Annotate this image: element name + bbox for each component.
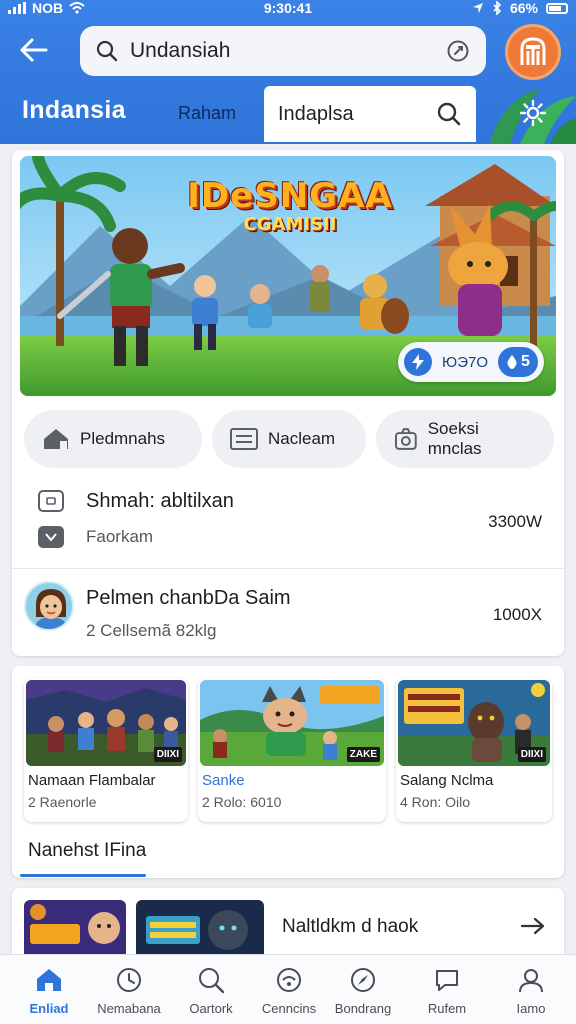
game-tag: ZAKE [346,747,380,762]
row-title: Pelmen chanbDa Saim [86,587,291,609]
hero-subtitle: CGAMISII [243,214,337,235]
nav-item-nemabana[interactable]: Nemabana [88,955,170,1024]
brand-title: Indansia [22,96,126,124]
list-item[interactable]: Pelmen chanbDa Saim 2 Cellsemã 82klg 100… [12,568,564,656]
game-title: Namaan Flambalar [28,772,156,789]
chat-icon [432,965,462,995]
drop-icon [507,355,517,369]
hero-badge-text: ЮЭ7О [442,353,488,371]
camera-icon [394,428,417,450]
nav-item-cenncins[interactable]: Cenncins [248,955,330,1024]
nav-item-oartork[interactable]: Oartork [170,955,252,1024]
row-subtitle: Faorkam [86,527,154,546]
nav-label: Iamo [516,1001,546,1016]
game-subtitle: 2 Rolo: 6010 [202,794,282,810]
search-icon [196,965,226,995]
game-thumbnail: ZAKE [200,680,384,766]
compass-icon [348,965,378,995]
game-title: Sanke [202,772,245,789]
game-tag: DIIXI [153,747,182,762]
list-icon [230,428,258,450]
hero-badge-count-value: 5 [521,353,530,370]
bottom-navigation: Enliad Nemabana Oartork Cenncins Bondran… [0,954,576,1024]
status-bar: NOB 9:30:41 66% [0,0,576,18]
chip-nacleam[interactable]: Nacleam [212,410,366,468]
list-item[interactable]: Shmah: abltilxan Faorkam 3300W [12,480,564,564]
hero-title: IDeSNGAA [187,176,393,216]
game-subtitle: 4 Ron: Oilo [400,794,471,810]
back-button[interactable] [14,30,54,70]
nav-label: Enliad [29,1001,69,1016]
voice-search-icon[interactable] [446,39,470,63]
chip-label: Soeksi mnclas [427,419,482,458]
profile-avatar[interactable] [505,24,561,80]
nav-label: Cenncins [261,1001,317,1016]
clock-icon [114,965,144,995]
chip-pledmnahs[interactable]: Pledmnahs [24,410,202,468]
chip-label: Pledmnahs [80,429,166,448]
battery-label: 66% [509,0,538,16]
secondary-search-input[interactable]: Indaplsa [264,86,476,142]
search-value: Undansiah [130,39,231,62]
secondary-search-value: Indaplsa [278,102,354,125]
game-thumbnail [24,900,126,958]
hero-badge[interactable]: ЮЭ7О 5 [398,342,544,382]
home-icon [44,429,68,449]
game-card[interactable]: DIIXI Namaan Flambalar 2 Raenorle [24,678,188,822]
nav-label: Oartork [189,1001,233,1016]
bolt-icon [404,348,433,376]
hero-badge-count: 5 [498,347,538,377]
nav-item-enliad[interactable]: Enliad [8,955,90,1024]
game-card[interactable]: ZAKE Sanke 2 Rolo: 6010 [198,678,386,822]
arrow-left-icon [20,38,48,62]
tab-raham[interactable]: Raham [178,103,236,124]
nav-label: Bondrang [334,1001,392,1016]
nav-item-iamo[interactable]: Iamo [490,955,572,1024]
game-subtitle: 2 Raenorle [28,794,97,810]
more-games-card[interactable]: Naltldkm d haok [12,888,564,958]
category-chips: Pledmnahs Nacleam Soeksi mnclas [24,410,554,470]
nav-item-rufem[interactable]: Rufem [406,955,488,1024]
row-subtitle: 2 Cellsemã 82klg [86,621,217,640]
row-value: 1000X [492,605,542,624]
home-icon [34,965,64,995]
battery-icon [546,2,568,14]
section-underline [20,874,146,877]
section-title[interactable]: Nanehst IFina [28,840,146,862]
game-thumbnail [136,900,264,958]
search-icon [96,40,118,62]
search-icon [437,102,461,126]
settings-button[interactable] [516,96,550,130]
row-value: 3300W [488,512,542,531]
more-title: Naltldkm d haok [282,916,419,937]
nav-label: Rufem [427,1001,467,1016]
game-title: Salang Nclma [400,772,494,789]
more-arrow-button[interactable] [518,912,548,940]
game-thumbnail: DIIXI [26,680,186,766]
chip-label: Nacleam [268,429,336,448]
game-card[interactable]: DIIXI Salang Nclma 4 Ron: Oilo [396,678,552,822]
game-tag: DIIXI [517,747,546,762]
app-header: NOB 9:30:41 66% Undansiah Indansia Raham… [0,0,576,144]
document-icon [38,490,64,512]
featured-card: IDeSNGAA CGAMISII ЮЭ7О 5 Pledmnahs Nacle… [12,150,564,656]
hero-banner[interactable]: IDeSNGAA CGAMISII ЮЭ7О 5 [20,156,556,396]
user-icon [516,965,546,995]
connect-icon [274,965,304,995]
row-title: Shmah: abltilxan [86,490,234,512]
nav-item-bondrang[interactable]: Bondrang [322,955,404,1024]
chevron-down-icon [38,526,64,548]
location-icon [472,3,483,13]
games-section: DIIXI Namaan Flambalar 2 Raenorle ZAKE S… [12,666,564,878]
gear-icon [519,99,547,127]
bluetooth-icon [493,1,502,15]
game-thumbnail: DIIXI [398,680,550,766]
search-input[interactable]: Undansiah [80,26,486,76]
arrow-right-icon [520,917,545,935]
user-avatar-icon [520,37,546,65]
nav-label: Nemabana [97,1001,161,1016]
chip-soeksi[interactable]: Soeksi mnclas [376,410,554,468]
avatar [24,581,74,631]
